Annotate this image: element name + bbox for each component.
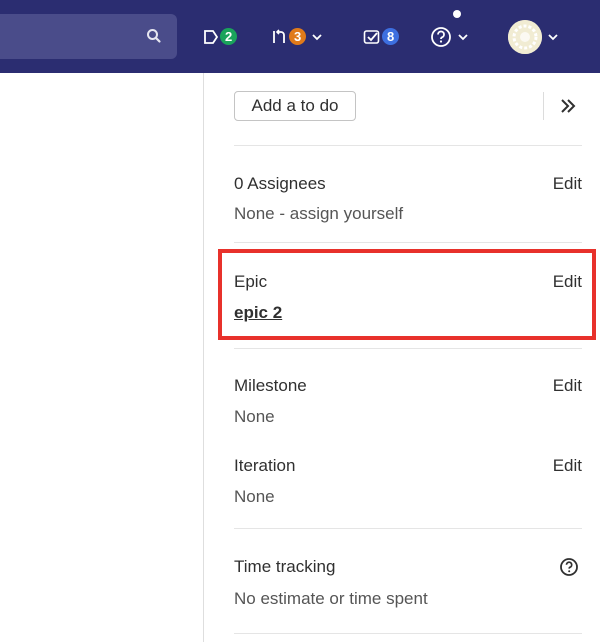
top-navigation-bar: 2 3 8 (0, 0, 600, 73)
help-nav-button[interactable] (430, 0, 469, 73)
user-menu-button[interactable] (508, 0, 559, 73)
todos-count-badge: 8 (382, 28, 400, 45)
iteration-value: None (234, 487, 275, 506)
assignees-edit-link[interactable]: Edit (553, 174, 582, 194)
divider (234, 348, 582, 349)
iteration-title: Iteration (234, 456, 296, 475)
avatar (508, 19, 542, 54)
assign-yourself-link[interactable]: None - assign yourself (234, 204, 582, 224)
milestone-title: Milestone (234, 376, 307, 395)
milestone-edit-link[interactable]: Edit (553, 376, 582, 396)
chevron-down-icon (548, 33, 558, 40)
time-tracking-value: No estimate or time spent (234, 589, 428, 608)
issues-icon (204, 29, 219, 44)
issues-count-badge: 2 (220, 28, 238, 45)
collapse-sidebar-icon[interactable] (557, 95, 579, 117)
help-icon[interactable] (559, 557, 579, 577)
assignees-title: 0 Assignees (234, 174, 326, 193)
time-tracking-block: Time tracking No estimate or time spent (234, 557, 582, 609)
iteration-edit-link[interactable]: Edit (553, 456, 582, 476)
time-tracking-title: Time tracking (234, 557, 336, 576)
divider (234, 633, 582, 634)
chevron-down-icon (312, 33, 322, 40)
merge-requests-count-badge: 3 (289, 28, 307, 45)
merge-request-icon (273, 28, 285, 43)
todos-nav-button[interactable]: 8 (363, 0, 400, 73)
todo-icon (363, 29, 380, 44)
divider (234, 242, 582, 243)
iteration-block: Iteration Edit None (234, 456, 582, 507)
milestone-value: None (234, 407, 275, 426)
issue-right-sidebar: Add a to do 0 Assignees Edit None - assi… (203, 73, 600, 642)
chevron-down-icon (458, 33, 468, 40)
epic-highlight-box (218, 249, 596, 340)
divider (234, 528, 582, 529)
assignees-block: 0 Assignees Edit None - assign yourself (234, 174, 582, 224)
issues-nav-button[interactable]: 2 (203, 0, 238, 73)
collapse-separator (543, 92, 544, 120)
help-icon (431, 26, 451, 47)
merge-requests-nav-button[interactable]: 3 (270, 0, 323, 73)
avatar-identicon-icon (508, 19, 542, 54)
search-input[interactable] (0, 14, 177, 59)
notification-dot (453, 10, 461, 18)
milestone-block: Milestone Edit None (234, 376, 582, 427)
add-todo-button[interactable]: Add a to do (234, 91, 356, 121)
divider (234, 145, 582, 146)
search-icon (147, 29, 161, 43)
